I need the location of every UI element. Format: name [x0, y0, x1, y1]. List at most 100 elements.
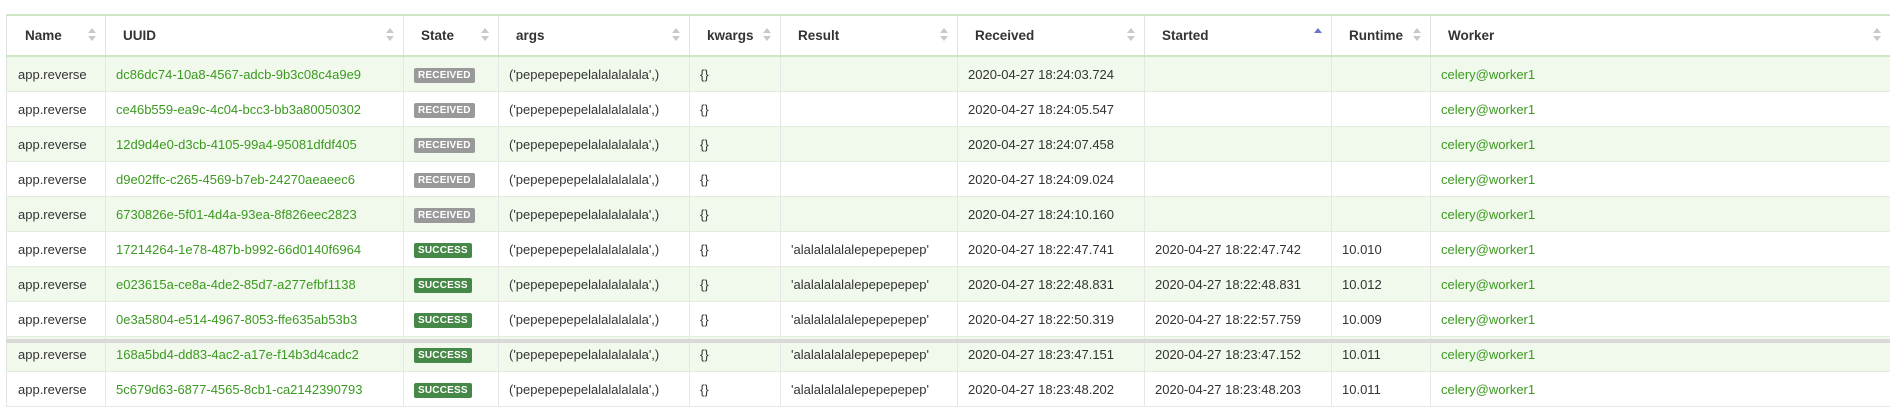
args-value: ('pepepepepelalalalalala',) — [509, 171, 660, 187]
task-uuid-link[interactable]: 17214264-1e78-487b-b992-66d0140f6964 — [116, 242, 361, 257]
cell-args: ('pepepepepelalalalalala',) — [498, 371, 690, 407]
cell-received: 2020-04-27 18:24:07.458 — [957, 126, 1145, 162]
column-header-runtime[interactable]: Runtime — [1331, 14, 1431, 57]
worker-link[interactable]: celery@worker1 — [1441, 242, 1535, 257]
column-header-result[interactable]: Result — [780, 14, 958, 57]
sort-arrows-icon[interactable] — [940, 28, 948, 42]
sort-arrows-icon[interactable] — [1314, 28, 1322, 42]
status-badge: RECEIVED — [414, 207, 475, 223]
column-header-label: Runtime — [1349, 28, 1403, 43]
cell-runtime — [1331, 126, 1431, 162]
worker-link[interactable]: celery@worker1 — [1441, 137, 1535, 152]
args-value: ('pepepepepelalalalalala',) — [509, 276, 660, 292]
cell-args: ('pepepepepelalalalalala',) — [498, 301, 690, 337]
task-uuid-link[interactable]: 0e3a5804-e514-4967-8053-ffe635ab53b3 — [116, 312, 357, 327]
column-header-label: Received — [975, 28, 1035, 43]
name-value: app.reverse — [18, 66, 87, 82]
cell-received: 2020-04-27 18:22:50.319 — [957, 301, 1145, 337]
table-row: app.reverse d9e02ffc-c265-4569-b7eb-24270… — [6, 161, 1890, 197]
cell-args: ('pepepepepelalalalalala',) — [498, 126, 690, 162]
task-uuid-link[interactable]: e023615a-ce8a-4de2-85d7-a277efbf1138 — [116, 277, 356, 292]
tasks-table: Name UUID State args kwargs Result Received Sta… — [6, 14, 1890, 407]
task-uuid-link[interactable]: ce46b559-ea9c-4c04-bcc3-bb3a80050302 — [116, 102, 361, 117]
cell-state: RECEIVED — [403, 56, 499, 92]
sort-arrows-icon[interactable] — [1413, 28, 1421, 42]
horizontal-scrollbar[interactable] — [6, 339, 1890, 343]
started-value: 2020-04-27 18:23:47.152 — [1155, 346, 1302, 362]
status-badge: RECEIVED — [414, 67, 475, 83]
cell-received: 2020-04-27 18:22:47.741 — [957, 231, 1145, 267]
sort-arrows-icon[interactable] — [88, 28, 96, 42]
cell-name: app.reverse — [6, 301, 106, 337]
column-header-started[interactable]: Started — [1144, 14, 1332, 57]
task-uuid-link[interactable]: 6730826e-5f01-4d4a-93ea-8f826eec2823 — [116, 207, 357, 222]
worker-link[interactable]: celery@worker1 — [1441, 277, 1535, 292]
cell-worker: celery@worker1 — [1430, 126, 1890, 162]
sort-arrows-icon[interactable] — [1127, 28, 1135, 42]
received-value: 2020-04-27 18:22:50.319 — [968, 311, 1115, 327]
table-row: app.reverse 5c679d63-6877-4565-8cb1-ca214… — [6, 371, 1890, 407]
cell-name: app.reverse — [6, 196, 106, 232]
task-uuid-link[interactable]: 168a5bd4-dd83-4ac2-a17e-f14b3d4cadc2 — [116, 347, 359, 362]
received-value: 2020-04-27 18:24:05.547 — [968, 101, 1115, 117]
cell-state: RECEIVED — [403, 91, 499, 127]
column-header-uuid[interactable]: UUID — [105, 14, 404, 57]
name-value: app.reverse — [18, 136, 87, 152]
task-uuid-link[interactable]: d9e02ffc-c265-4569-b7eb-24270aeaeec6 — [116, 172, 355, 187]
task-uuid-link[interactable]: 5c679d63-6877-4565-8cb1-ca2142390793 — [116, 382, 363, 397]
worker-link[interactable]: celery@worker1 — [1441, 172, 1535, 187]
cell-started — [1144, 161, 1332, 197]
table-row: app.reverse 12d9d4e0-d3cb-4105-99a4-95081… — [6, 126, 1890, 162]
cell-kwargs: {} — [689, 266, 781, 302]
received-value: 2020-04-27 18:22:48.831 — [968, 276, 1115, 292]
task-uuid-link[interactable]: 12d9d4e0-d3cb-4105-99a4-95081dfdf405 — [116, 137, 357, 152]
cell-runtime — [1331, 196, 1431, 232]
result-value: 'alalalalalalepepepepep' — [791, 241, 929, 257]
status-badge: SUCCESS — [414, 312, 472, 328]
runtime-value: 10.009 — [1342, 311, 1382, 327]
cell-name: app.reverse — [6, 126, 106, 162]
kwargs-value: {} — [700, 206, 709, 222]
worker-link[interactable]: celery@worker1 — [1441, 102, 1535, 117]
cell-uuid: d9e02ffc-c265-4569-b7eb-24270aeaeec6 — [105, 161, 404, 197]
received-value: 2020-04-27 18:23:47.151 — [968, 346, 1115, 362]
cell-kwargs: {} — [689, 196, 781, 232]
task-uuid-link[interactable]: dc86dc74-10a8-4567-adcb-9b3c08c4a9e9 — [116, 67, 361, 82]
column-header-name[interactable]: Name — [6, 14, 106, 57]
cell-worker: celery@worker1 — [1430, 231, 1890, 267]
sort-arrows-icon[interactable] — [672, 28, 680, 42]
column-header-kwargs[interactable]: kwargs — [689, 14, 781, 57]
column-header-received[interactable]: Received — [957, 14, 1145, 57]
cell-received: 2020-04-27 18:22:48.831 — [957, 266, 1145, 302]
started-value: 2020-04-27 18:23:48.203 — [1155, 381, 1302, 397]
worker-link[interactable]: celery@worker1 — [1441, 207, 1535, 222]
received-value: 2020-04-27 18:23:48.202 — [968, 381, 1115, 397]
cell-started — [1144, 126, 1332, 162]
cell-uuid: 17214264-1e78-487b-b992-66d0140f6964 — [105, 231, 404, 267]
sort-arrows-icon[interactable] — [763, 28, 771, 42]
cell-uuid: ce46b559-ea9c-4c04-bcc3-bb3a80050302 — [105, 91, 404, 127]
runtime-value: 10.011 — [1342, 346, 1381, 362]
table-row: app.reverse 6730826e-5f01-4d4a-93ea-8f826… — [6, 196, 1890, 232]
status-badge: SUCCESS — [414, 277, 472, 293]
column-header-args[interactable]: args — [498, 14, 690, 57]
sort-arrows-icon[interactable] — [481, 28, 489, 42]
column-header-state[interactable]: State — [403, 14, 499, 57]
worker-link[interactable]: celery@worker1 — [1441, 347, 1535, 362]
worker-link[interactable]: celery@worker1 — [1441, 382, 1535, 397]
sort-arrows-icon[interactable] — [386, 28, 394, 42]
status-badge: RECEIVED — [414, 137, 475, 153]
received-value: 2020-04-27 18:24:03.724 — [968, 66, 1115, 82]
column-header-worker[interactable]: Worker — [1430, 14, 1890, 57]
name-value: app.reverse — [18, 241, 87, 257]
kwargs-value: {} — [700, 381, 709, 397]
cell-worker: celery@worker1 — [1430, 56, 1890, 92]
result-value: 'alalalalalalepepepepep' — [791, 346, 929, 362]
name-value: app.reverse — [18, 101, 87, 117]
name-value: app.reverse — [18, 311, 87, 327]
cell-state: RECEIVED — [403, 126, 499, 162]
worker-link[interactable]: celery@worker1 — [1441, 312, 1535, 327]
sort-arrows-icon[interactable] — [1873, 28, 1881, 42]
column-header-label: args — [516, 28, 545, 43]
worker-link[interactable]: celery@worker1 — [1441, 67, 1535, 82]
